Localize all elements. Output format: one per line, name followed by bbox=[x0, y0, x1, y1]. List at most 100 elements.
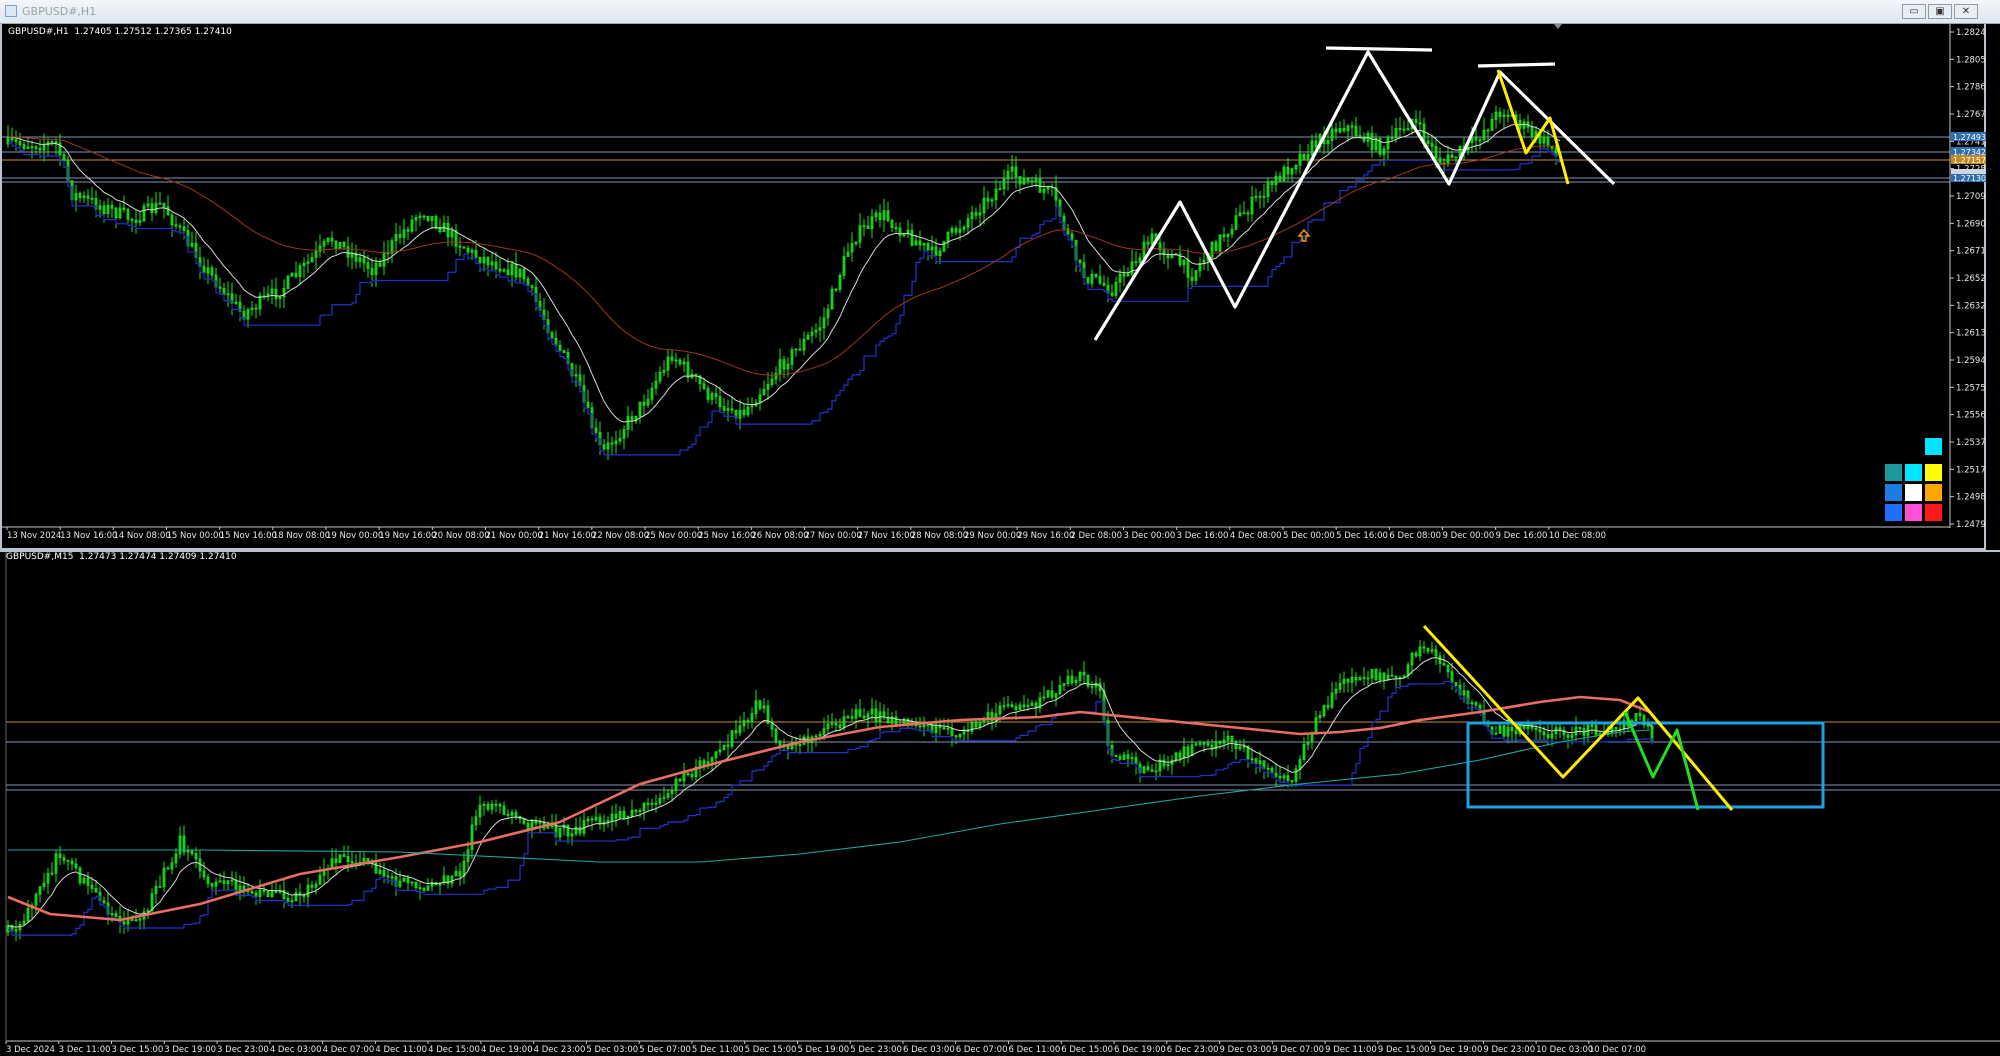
shift-marker-icon bbox=[1554, 24, 1562, 29]
time-axis-label: 6 Dec 11:00 bbox=[1009, 1045, 1061, 1055]
time-axis-label: 21 Nov 00:00 bbox=[486, 531, 543, 541]
price-badge-label: 1.27157 bbox=[1953, 156, 1986, 165]
price-axis-label: 1.27860 bbox=[1956, 83, 1986, 93]
time-axis-label: 6 Dec 07:00 bbox=[956, 1045, 1008, 1055]
time-axis-label: 9 Dec 07:00 bbox=[1272, 1045, 1324, 1055]
minimize-button[interactable]: ▭ bbox=[1902, 4, 1926, 19]
price-axis-label: 1.26710 bbox=[1956, 247, 1986, 257]
window-title: GBPUSD#,H1 bbox=[22, 5, 97, 18]
time-axis-label: 4 Dec 03:00 bbox=[270, 1045, 322, 1055]
zigzag-white-line bbox=[1477, 62, 1556, 68]
time-axis-label: 18 Nov 08:00 bbox=[273, 531, 330, 541]
time-axis-label: 27 Nov 00:00 bbox=[805, 531, 862, 541]
m15-moving-average-long bbox=[8, 729, 1651, 863]
h1-chart-label: GBPUSD#,H1 1.27405 1.27512 1.27365 1.274… bbox=[8, 27, 232, 37]
palette-swatch bbox=[1885, 504, 1902, 521]
m15-candle-group bbox=[6, 640, 1654, 942]
m15-chart-canvas[interactable]: 3 Dec 2024 3 Dec 11:00 3 Dec 15:00 3 Dec 19… bbox=[0, 552, 2000, 1056]
time-axis-label: 5 Dec 07:00 bbox=[639, 1045, 691, 1055]
close-button[interactable]: ✕ bbox=[1954, 4, 1978, 19]
palette-swatch bbox=[1905, 464, 1922, 481]
h1-chart-canvas[interactable]: 1.282451.280501.278601.276701.274101.272… bbox=[2, 24, 1986, 550]
price-axis-label: 1.27670 bbox=[1956, 110, 1986, 120]
h1-chart-pane[interactable]: 1.282451.280501.278601.276701.274101.272… bbox=[0, 24, 1986, 550]
time-axis-label: 4 Dec 08:00 bbox=[1230, 531, 1282, 541]
price-axis-label: 1.26135 bbox=[1956, 329, 1986, 339]
price-axis-label: 1.26900 bbox=[1956, 219, 1986, 229]
palette-swatch bbox=[1925, 484, 1942, 501]
time-axis-label: 4 Dec 11:00 bbox=[375, 1045, 427, 1055]
time-axis-label: 3 Dec 15:00 bbox=[112, 1045, 164, 1055]
time-axis-label: 13 Nov 2024 bbox=[7, 531, 61, 541]
time-axis-label: 29 Nov 16:00 bbox=[1017, 531, 1074, 541]
time-axis-label: 21 Nov 16:00 bbox=[539, 531, 596, 541]
time-axis-label: 20 Nov 08:00 bbox=[432, 531, 489, 541]
time-axis-label: 6 Dec 15:00 bbox=[1061, 1045, 1113, 1055]
time-axis-label: 5 Dec 03:00 bbox=[586, 1045, 638, 1055]
price-axis-label: 1.27095 bbox=[1956, 192, 1986, 202]
palette-swatch bbox=[1905, 504, 1922, 521]
price-axis-label: 1.25945 bbox=[1956, 356, 1986, 366]
m15-chart-label: GBPUSD#,M15 1.27473 1.27474 1.27409 1.27… bbox=[6, 552, 237, 562]
palette-swatch bbox=[1925, 464, 1942, 481]
time-axis-label: 5 Dec 11:00 bbox=[692, 1045, 744, 1055]
h1-channel-line bbox=[8, 142, 1560, 456]
zigzag-white-line bbox=[1093, 50, 1616, 341]
right-edge-strip bbox=[1986, 24, 2000, 550]
time-axis-label: 3 Dec 2024 bbox=[6, 1045, 55, 1055]
time-axis-label: 5 Dec 23:00 bbox=[850, 1045, 902, 1055]
time-axis-label: 4 Dec 15:00 bbox=[428, 1045, 480, 1055]
time-axis-label: 2 Dec 08:00 bbox=[1070, 531, 1122, 541]
price-axis-label: 1.25170 bbox=[1956, 465, 1986, 475]
palette-swatch bbox=[1885, 484, 1902, 501]
time-axis-label: 4 Dec 23:00 bbox=[534, 1045, 586, 1055]
time-axis-label: 27 Nov 16:00 bbox=[858, 531, 915, 541]
time-axis-label: 9 Dec 23:00 bbox=[1483, 1045, 1535, 1055]
price-axis-label: 1.25370 bbox=[1956, 438, 1986, 448]
time-axis-label: 10 Dec 07:00 bbox=[1589, 1045, 1646, 1055]
palette-swatch bbox=[1885, 464, 1902, 481]
time-axis-label: 19 Nov 16:00 bbox=[379, 531, 436, 541]
time-axis-label: 5 Dec 19:00 bbox=[797, 1045, 849, 1055]
time-axis-label: 6 Dec 03:00 bbox=[903, 1045, 955, 1055]
time-axis-label: 9 Dec 16:00 bbox=[1496, 531, 1548, 541]
price-badge-label: 1.27493 bbox=[1953, 133, 1986, 142]
restore-button[interactable]: ▣ bbox=[1928, 4, 1952, 19]
time-axis-label: 29 Nov 00:00 bbox=[964, 531, 1021, 541]
time-axis-label: 9 Dec 03:00 bbox=[1220, 1045, 1272, 1055]
time-axis-label: 4 Dec 07:00 bbox=[323, 1045, 375, 1055]
time-axis-label: 9 Dec 00:00 bbox=[1443, 531, 1495, 541]
time-axis-label: 28 Nov 08:00 bbox=[911, 531, 968, 541]
h1-moving-average-slow bbox=[7, 136, 1561, 376]
m15-channel-line bbox=[8, 680, 1653, 936]
time-axis-label: 22 Nov 08:00 bbox=[592, 531, 649, 541]
m15-chart-pane[interactable]: 3 Dec 2024 3 Dec 11:00 3 Dec 15:00 3 Dec 19… bbox=[0, 550, 2000, 1056]
h1-candle-body bbox=[1242, 212, 1246, 215]
time-axis-label: 19 Nov 00:00 bbox=[326, 531, 383, 541]
palette-swatch bbox=[1925, 438, 1942, 455]
zigzag-yellow-line bbox=[1422, 624, 1734, 811]
price-axis-label: 1.24795 bbox=[1956, 520, 1986, 530]
time-axis-label: 6 Dec 08:00 bbox=[1389, 531, 1441, 541]
palette-swatch bbox=[1905, 484, 1922, 501]
time-axis-label: 5 Dec 15:00 bbox=[745, 1045, 797, 1055]
time-axis-label: 5 Dec 16:00 bbox=[1336, 531, 1388, 541]
time-axis-label: 10 Dec 08:00 bbox=[1549, 531, 1606, 541]
time-axis-label: 15 Nov 16:00 bbox=[220, 531, 277, 541]
price-axis-label: 1.26325 bbox=[1956, 301, 1986, 311]
time-axis-label: 13 Nov 16:00 bbox=[60, 531, 117, 541]
price-axis-label: 1.25560 bbox=[1956, 411, 1986, 421]
time-axis-label: 5 Dec 00:00 bbox=[1283, 531, 1335, 541]
time-axis-label: 6 Dec 23:00 bbox=[1167, 1045, 1219, 1055]
zigzag-white-line bbox=[1325, 46, 1433, 52]
time-axis-label: 10 Dec 03:00 bbox=[1536, 1045, 1593, 1055]
price-axis-label: 1.25750 bbox=[1956, 383, 1986, 393]
time-axis-label: 3 Dec 00:00 bbox=[1124, 531, 1176, 541]
time-axis-label: 4 Dec 19:00 bbox=[481, 1045, 533, 1055]
price-axis-label: 1.28245 bbox=[1956, 28, 1986, 38]
time-axis-label: 9 Dec 19:00 bbox=[1431, 1045, 1483, 1055]
price-badge-label: 1.27130 bbox=[1953, 174, 1986, 183]
time-axis-label: 25 Nov 00:00 bbox=[645, 531, 702, 541]
price-axis-label: 1.26520 bbox=[1956, 274, 1986, 284]
consolidation-box bbox=[1466, 721, 1825, 809]
